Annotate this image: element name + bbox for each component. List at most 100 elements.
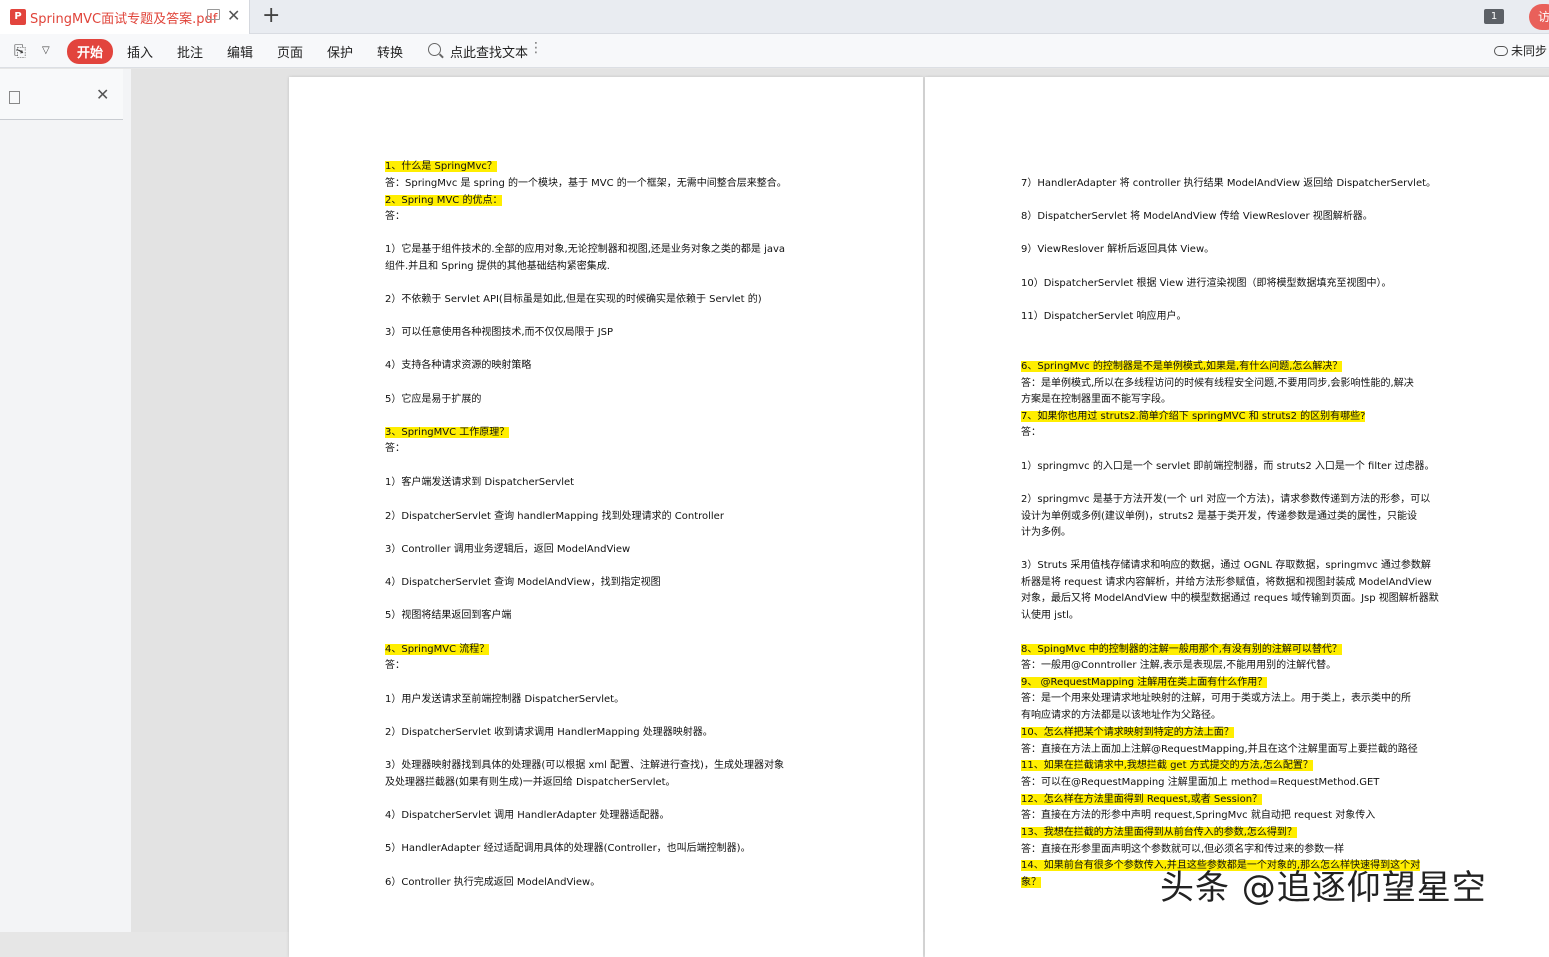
page-count-badge[interactable]: 1 [1484, 9, 1504, 24]
highlighted-heading-line: 4、SpringMVC 流程？ [385, 643, 490, 656]
text-line: 2）DispatcherServlet 收到请求调用 HandlerMappin… [385, 726, 713, 739]
text-line: 答：SpringMvc 是 spring 的一个模块，基于 MVC 的一个框架，… [385, 177, 787, 190]
line-text: 有响应请求的方法都是以该地址作为父路径。 [1021, 710, 1221, 721]
line-text: 10）DispatcherServlet 根据 View 进行渲染视图（即将模型… [1021, 278, 1392, 289]
line-text: 对象，最后又将 ModelAndView 中的模型数据通过 reques 域传输… [1021, 593, 1439, 604]
highlighted-heading-line: 8、SpingMvc 中的控制器的注解一般用那个,有没有别的注解可以替代？ [1021, 643, 1342, 656]
main-toolbar: ⎘ ▽ 开始 插入 批注 编辑 页面 保护 转换 点此查找文本 ⋮ 未同步 [0, 34, 1549, 68]
highlighted-heading-line: 13、我想在拦截的方法里面得到从前台传入的参数,怎么得到？ [1021, 826, 1297, 839]
text-line: 组件.并且和 Spring 提供的其他基础结构紧密集成. [385, 260, 610, 273]
line-text: 答： [385, 211, 405, 222]
line-text: 2）DispatcherServlet 查询 handlerMapping 找到… [385, 511, 724, 522]
highlighted-heading-line: 9、 @RequestMapping 注解用在类上面有什么作用？ [1021, 676, 1268, 689]
text-line: 1）用户发送请求至前端控制器 DispatcherServlet。 [385, 693, 624, 706]
text-line: 对象，最后又将 ModelAndView 中的模型数据通过 reques 域传输… [1021, 592, 1439, 605]
line-text: 1）springmvc 的入口是一个 servlet 即前端控制器，而 stru… [1021, 461, 1435, 472]
close-panel-icon[interactable]: ✕ [96, 85, 109, 104]
line-text: 认使用 jstl。 [1021, 610, 1079, 621]
highlighted-heading-line: 3、SpringMVC 工作原理？ [385, 426, 510, 439]
highlighted-heading-line: 10、怎么样把某个请求映射到特定的方法上面？ [1021, 726, 1234, 739]
text-line: 答：直接在方法的形参中声明 request,SpringMvc 就自动把 req… [1021, 809, 1375, 822]
highlighted-heading-line: 12、怎么样在方法里面得到 Request,或者 Session？ [1021, 793, 1263, 806]
text-line: 有响应请求的方法都是以该地址作为父路径。 [1021, 709, 1221, 722]
watermark: 头条 @追逐仰望星空 [1160, 868, 1487, 908]
line-text: 9）ViewReslover 解析后返回具体 View。 [1021, 244, 1215, 255]
menu-convert[interactable]: 转换 [377, 42, 403, 61]
line-text: 答：是一个用来处理请求地址映射的注解，可用于类或方法上。用于类上，表示类中的所 [1021, 693, 1411, 704]
line-text: 答：直接在方法的形参中声明 request,SpringMvc 就自动把 req… [1021, 810, 1376, 821]
line-text: 计为多例。 [1021, 527, 1071, 538]
text-line: 答：直接在方法上面加上注解@RequestMapping,并且在这个注解里面写上… [1021, 743, 1418, 756]
line-text: 7、如果你也用过 struts2.简单介绍下 springMVC 和 strut… [1021, 411, 1366, 422]
line-text: 及处理器拦截器(如果有则生成)一并返回给 DispatcherServlet。 [385, 777, 676, 788]
document-viewer[interactable]: 1、什么是 SpringMvc？ 答：SpringMvc 是 spring 的一个… [131, 69, 1549, 957]
highlighted-heading-line: 11、如果在拦截请求中,我想拦截 get 方式提交的方法,怎么配置？ [1021, 759, 1313, 772]
line-text: 答：直接在方法上面加上注解@RequestMapping,并且在这个注解里面写上… [1021, 744, 1418, 755]
chevron-down-icon[interactable]: ▽ [42, 45, 50, 56]
line-text: 答：直接在形参里面声明这个参数就可以,但必须名字和传过来的参数一样 [1021, 844, 1345, 855]
pdf-page-right: 7）HandlerAdapter 将 controller 执行结果 Model… [925, 77, 1549, 957]
text-line: 11）DispatcherServlet 响应用户。 [1021, 310, 1186, 323]
line-text: 10、怎么样把某个请求映射到特定的方法上面？ [1021, 727, 1234, 738]
menu-page[interactable]: 页面 [277, 42, 303, 61]
menu-insert[interactable]: 插入 [127, 42, 153, 61]
text-line: 10）DispatcherServlet 根据 View 进行渲染视图（即将模型… [1021, 277, 1392, 290]
text-line: 设计为单例或多例(建议单例)，struts2 是基于类开发，传递参数是通过类的属… [1021, 510, 1417, 523]
menu-annotate[interactable]: 批注 [177, 42, 203, 61]
menu-edit[interactable]: 编辑 [227, 42, 253, 61]
menu-protect[interactable]: 保护 [327, 42, 353, 61]
sync-status[interactable]: 未同步 [1494, 42, 1547, 59]
line-text: 2）springmvc 是基于方法开发(一个 url 对应一个方法)，请求参数传… [1021, 494, 1431, 505]
line-text: 12、怎么样在方法里面得到 Request,或者 Session？ [1021, 794, 1263, 805]
text-line: 9）ViewReslover 解析后返回具体 View。 [1021, 243, 1214, 256]
text-line: 1）springmvc 的入口是一个 servlet 即前端控制器，而 stru… [1021, 460, 1434, 473]
text-line: 答： [385, 210, 405, 223]
text-line: 4）支持各种请求资源的映射策略 [385, 359, 531, 372]
side-panel-header: ✕ [0, 69, 123, 120]
text-line: 5）视图将结果返回到客户端 [385, 609, 511, 622]
line-text: 8、SpingMvc 中的控制器的注解一般用那个,有没有别的注解可以替代？ [1021, 644, 1342, 655]
line-text: 答：一般用@Conntroller 注解,表示是表现层,不能用用别的注解代替。 [1021, 660, 1337, 671]
sync-label: 未同步 [1511, 44, 1548, 58]
line-text: 5）它应是易于扩展的 [385, 394, 482, 405]
text-line: 及处理器拦截器(如果有则生成)一并返回给 DispatcherServlet。 [385, 776, 676, 789]
line-text: 1、什么是 SpringMvc？ [385, 161, 497, 172]
new-tab-button[interactable]: + [262, 3, 280, 28]
text-line: 2）springmvc 是基于方法开发(一个 url 对应一个方法)，请求参数传… [1021, 493, 1430, 506]
tab-title: SpringMVC面试专题及答案.pdf [30, 12, 218, 27]
search-icon[interactable] [428, 43, 441, 56]
pin-tab-icon[interactable] [207, 9, 220, 20]
text-line: 6）Controller 执行完成返回 ModelAndView。 [385, 876, 600, 889]
pdf-page-left: 1、什么是 SpringMvc？ 答：SpringMvc 是 spring 的一个… [289, 77, 923, 957]
line-text: 2）DispatcherServlet 收到请求调用 HandlerMappin… [385, 727, 713, 738]
bookmark-icon[interactable] [9, 91, 20, 104]
text-line: 计为多例。 [1021, 526, 1071, 539]
text-line: 答： [385, 442, 405, 455]
text-line: 答： [1021, 426, 1041, 439]
file-menu-icon[interactable]: ⎘ [14, 42, 26, 60]
document-tab[interactable]: P SpringMVC面试专题及答案.pdf ✕ [0, 0, 250, 34]
line-text: 设计为单例或多例(建议单例)，struts2 是基于类开发，传递参数是通过类的属… [1021, 511, 1418, 522]
text-line: 7）HandlerAdapter 将 controller 执行结果 Model… [1021, 177, 1436, 190]
line-text: 答：SpringMvc 是 spring 的一个模块，基于 MVC 的一个框架，… [385, 178, 787, 189]
highlighted-heading-line: 2、Spring MVC 的优点： [385, 194, 503, 207]
text-line: 2）不依赖于 Servlet API(目标虽是如此,但是在实现的时候确实是依赖于… [385, 293, 762, 306]
side-panel: ✕ [0, 69, 131, 932]
line-text: 5）HandlerAdapter 经过适配调用具体的处理器(Controller… [385, 843, 751, 854]
line-text: 13、我想在拦截的方法里面得到从前台传入的参数,怎么得到？ [1021, 827, 1297, 838]
line-text: 3）可以任意使用各种视图技术,而不仅仅局限于 JSP [385, 327, 614, 338]
close-tab-icon[interactable]: ✕ [227, 6, 240, 25]
line-text: 7）HandlerAdapter 将 controller 执行结果 Model… [1021, 178, 1437, 189]
line-text: 答： [385, 443, 405, 454]
line-text: 4）DispatcherServlet 查询 ModelAndView，找到指定… [385, 577, 661, 588]
text-line: 1）客户端发送请求到 DispatcherServlet [385, 476, 574, 489]
line-text: 答： [385, 660, 405, 671]
text-line: 2）DispatcherServlet 查询 handlerMapping 找到… [385, 510, 724, 523]
text-line: 答： [385, 659, 405, 672]
more-icon[interactable]: ⋮ [529, 40, 543, 56]
search-text-button[interactable]: 点此查找文本 [450, 42, 528, 61]
text-line: 5）它应是易于扩展的 [385, 393, 481, 406]
menu-start[interactable]: 开始 [67, 39, 114, 64]
user-avatar[interactable]: 访 [1529, 4, 1549, 30]
text-line: 3）处理器映射器找到具体的处理器(可以根据 xml 配置、注解进行查找)，生成处… [385, 759, 784, 772]
